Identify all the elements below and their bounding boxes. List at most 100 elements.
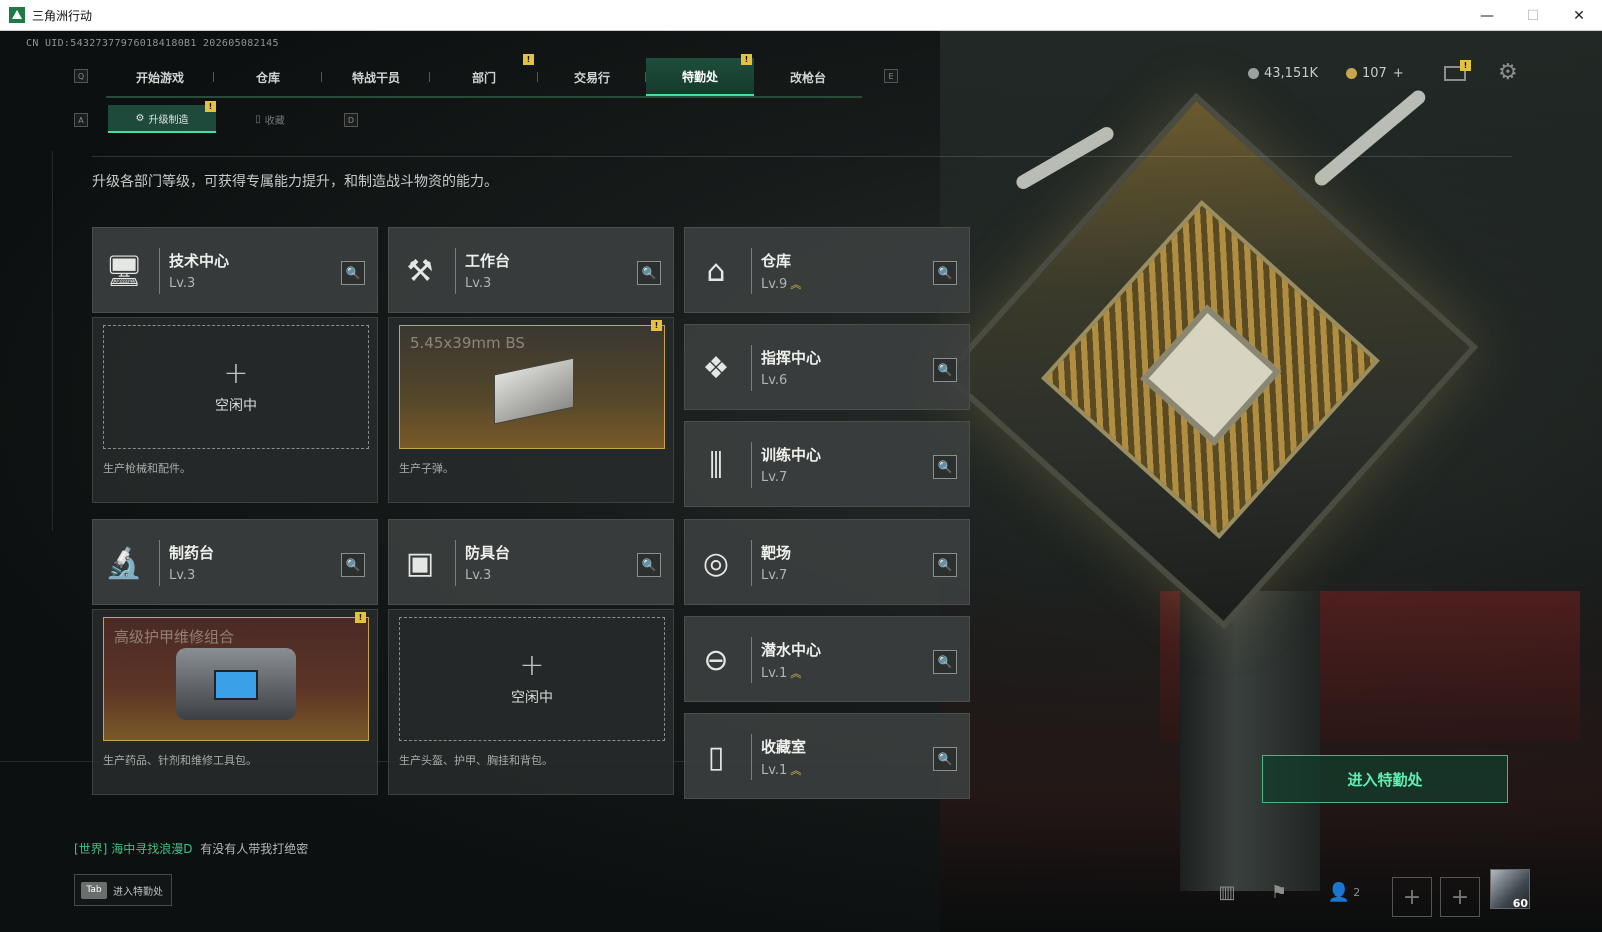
monitor-icon: 🖥 [104,253,144,289]
microscope-icon: 🔬 [105,545,143,581]
notification-badge: ! [355,612,366,623]
production-slot-empty[interactable]: + 空闲中 [103,325,369,449]
facility-card-workbench[interactable]: ⚒ 工作台 Lv.3 🔍 [388,227,674,313]
tab-hint-label: 进入特勤处 [113,886,163,898]
ammo-box-image [494,357,574,425]
tab-label: 开始游戏 [135,70,184,85]
app-logo-icon [9,7,25,23]
facility-name: 收藏室 [761,738,807,756]
ticket-icon [1346,68,1357,79]
facility-name: 制药台 [169,544,215,562]
production-panel-pharmacy: 高级护甲维修组合 ! 生产药品、针剂和维修工具包。 [92,609,378,795]
add-teammate-button[interactable]: + [1440,877,1480,917]
maximize-button[interactable]: ☐ [1510,0,1556,31]
tab-shortcut-hint[interactable]: Tab 进入特勤处 [74,874,172,906]
search-icon[interactable]: 🔍 [933,358,957,382]
facility-level: Lv.7 [761,568,788,583]
tab-upgrade-manufacture[interactable]: ⚙ 升级制造 ! [108,101,216,133]
facility-card-pharmacy[interactable]: 🔬 制药台 Lv.3 🔍 [92,519,378,605]
chat-username[interactable]: 海中寻找浪漫D [111,842,192,856]
repair-kit-image [176,648,296,720]
production-slot-item[interactable]: 5.45x39mm BS [399,325,665,449]
tab-special-ops[interactable]: 特勤处! [646,54,754,96]
facility-card-collection-room[interactable]: ▯ 收藏室 Lv.1 ︽ 🔍 [684,713,970,799]
production-slot-empty[interactable]: + 空闲中 [399,617,665,741]
tab-gunsmith[interactable]: 改枪台 [754,58,862,96]
minimize-button[interactable]: — [1464,0,1510,31]
chat-channel: [世界] [74,842,108,856]
decor-line [52,151,53,531]
tab-trading[interactable]: 交易行 [538,58,646,96]
friends-count: 2 [1353,885,1361,899]
facility-card-diving-center[interactable]: ⊖ 潜水中心 Lv.1 ︽ 🔍 [684,616,970,702]
facility-name: 指挥中心 [761,349,822,367]
facility-level: Lv.1 ︽ [761,665,801,681]
facility-card-command-center[interactable]: ❖ 指挥中心 Lv.6 🔍 [684,324,970,410]
facility-card-armor-bench[interactable]: ▣ 防具台 Lv.3 🔍 [388,519,674,605]
level-text: Lv.9 [761,277,788,292]
production-description: 生产子弹。 [399,462,454,475]
settings-gear-icon[interactable]: ⚙ [1498,61,1522,85]
facility-card-range[interactable]: ◎ 靶场 Lv.7 🔍 [684,519,970,605]
search-icon[interactable]: 🔍 [933,650,957,674]
add-icon: + [223,356,249,391]
search-icon[interactable]: 🔍 [637,553,661,577]
facility-card-tech-center[interactable]: 🖥 技术中心 Lv.3 🔍 [92,227,378,313]
notification-badge: ! [205,101,216,112]
scene-pillar [1180,591,1320,891]
key-hint-e: E [884,69,898,83]
ticket-balance[interactable]: 107 + [1346,66,1404,81]
production-slot-item[interactable]: 高级护甲维修组合 [103,617,369,741]
tab-label: 升级制造 [148,114,189,126]
tab-operators[interactable]: 特战干员 [322,58,430,96]
stats-chart-icon[interactable]: ▥ [1212,877,1242,907]
upgrade-available-icon: ︽ [790,764,802,777]
enter-special-ops-button[interactable]: 进入特勤处 [1262,755,1508,803]
key-hint-a: A [74,113,88,127]
add-teammate-button[interactable]: + [1392,877,1432,917]
search-icon[interactable]: 🔍 [933,747,957,771]
search-icon[interactable]: 🔍 [341,261,365,285]
tab-key-icon: Tab [81,881,107,899]
tab-collection[interactable]: ▯ 收藏 [216,105,324,133]
mail-badge: ! [1460,60,1471,71]
production-panel-workbench: 5.45x39mm BS ! 生产子弹。 [388,317,674,503]
tab-warehouse[interactable]: 仓库 [214,58,322,96]
facility-name: 防具台 [465,544,511,562]
command-icon: ❖ [702,350,730,386]
tab-label: 改枪台 [789,70,826,85]
close-button[interactable]: ✕ [1556,0,1602,31]
tab-label: 特战干员 [351,70,400,85]
facility-level: Lv.6 [761,373,788,388]
facility-card-warehouse[interactable]: ⌂ 仓库 Lv.9 ︽ 🔍 [684,227,970,313]
search-icon[interactable]: 🔍 [933,261,957,285]
key-hint-q: Q [74,69,88,83]
tab-label: 交易行 [573,70,610,85]
friends-icon[interactable]: 👤 2 [1322,877,1366,907]
production-description: 生产枪械和配件。 [103,462,191,475]
chat-text: 有没有人带我打绝密 [200,842,309,856]
coin-icon [1248,68,1259,79]
diving-mask-icon: ⊖ [703,642,729,678]
tab-label: 特勤处 [681,69,718,84]
coin-balance[interactable]: 43,151K [1248,66,1318,81]
search-icon[interactable]: 🔍 [933,553,957,577]
player-avatar[interactable]: 60 [1490,869,1530,910]
facility-level: Lv.7 [761,470,788,485]
chat-message[interactable]: [世界] 海中寻找浪漫D 有没有人带我打绝密 [74,840,308,857]
search-icon[interactable]: 🔍 [637,261,661,285]
facility-card-training-center[interactable]: ⫼ 训练中心 Lv.7 🔍 [684,421,970,507]
slot-status: 空闲中 [511,690,553,706]
facility-name: 训练中心 [761,446,822,464]
search-icon[interactable]: 🔍 [341,553,365,577]
gear-icon: ⚙ [135,112,145,124]
cube-core [1140,304,1282,446]
facility-level: Lv.3 [465,568,492,583]
player-uid: CN UID:543273779760184180B1 202605082145 [26,38,279,49]
tab-start-game[interactable]: 开始游戏 [106,58,214,96]
player-level: 60 [1512,897,1528,910]
search-icon[interactable]: 🔍 [933,455,957,479]
tab-departments[interactable]: 部门! [430,54,538,96]
flag-icon[interactable]: ⚑ [1264,877,1294,907]
add-ticket-button[interactable]: + [1393,66,1404,81]
